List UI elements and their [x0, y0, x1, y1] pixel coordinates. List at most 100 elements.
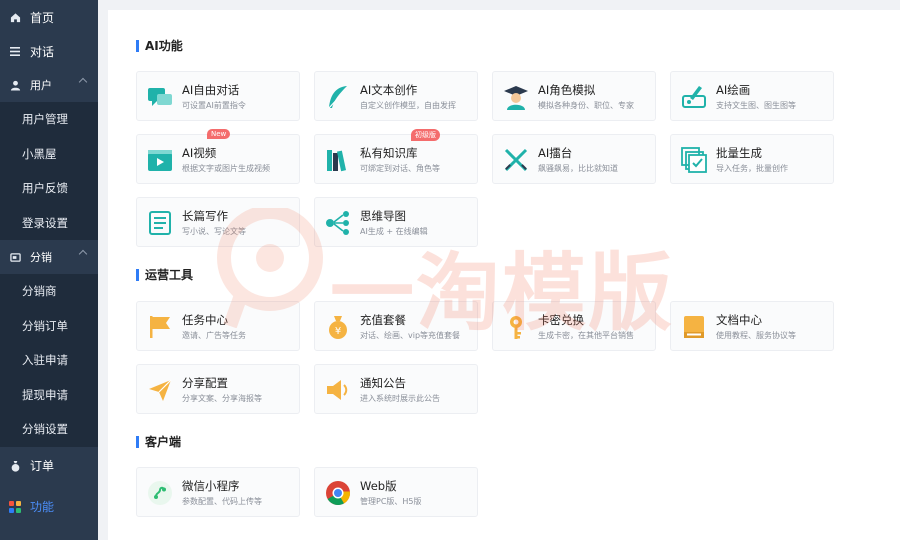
sidebar-item-withdrawals[interactable]: 提现申请: [0, 378, 98, 413]
sidebar-item-distribution-orders[interactable]: 分销订单: [0, 309, 98, 344]
crossed-swords-icon: [504, 148, 528, 172]
chevron-up-icon: [78, 249, 88, 259]
card-desc: 管理PC版、H5版: [360, 497, 422, 506]
card-desc: 可设置AI前置指令: [182, 101, 246, 110]
key-icon: [510, 316, 522, 339]
scroll-document-icon: [149, 211, 171, 235]
money-bag-icon: ¥: [329, 316, 347, 339]
main-panel: AI功能 AI自由对话 可设置AI前置指令 AI文本创作 自定义创作模型，自由发…: [108, 10, 900, 540]
svg-text:¥: ¥: [335, 326, 341, 337]
card-desc: 导入任务，批量创作: [716, 164, 788, 173]
chat-bubble-icon: [148, 88, 172, 106]
speaker-icon: [327, 380, 348, 400]
card-knowledge-base[interactable]: 私有知识库 可绑定到对话、角色等 初级版: [314, 129, 478, 184]
menu-chat[interactable]: 对话: [0, 34, 98, 68]
card-desc: 根据文字或图片生成视频: [182, 164, 270, 173]
card-desc: 自定义创作模型，自由发挥: [360, 101, 456, 110]
sidebar-item-feedback[interactable]: 用户反馈: [0, 171, 98, 206]
flag-icon: [150, 316, 170, 338]
card-ai-roleplay[interactable]: AI角色模拟 模拟各种身份、职位、专家: [492, 71, 656, 121]
card-title: 通知公告: [360, 376, 406, 390]
menu-home[interactable]: 首页: [0, 0, 98, 34]
menu-group-user[interactable]: 用户: [0, 68, 98, 102]
card-ai-chat[interactable]: AI自由对话 可设置AI前置指令: [136, 71, 300, 121]
menu-group-distribution-label: 分销: [30, 251, 52, 264]
sidebar-item-distribution-settings[interactable]: 分销设置: [0, 412, 98, 447]
home-icon: [8, 12, 22, 23]
sidebar-item-blacklist[interactable]: 小黑屋: [0, 137, 98, 172]
card-web-version[interactable]: Web版 管理PC版、H5版: [314, 467, 478, 517]
card-desc: 分享文案、分享海报等: [182, 394, 262, 403]
section-title-client: 客户端: [136, 433, 181, 450]
card-mind-map[interactable]: 思维导图 AI生成 + 在线编辑: [314, 197, 478, 247]
card-title: AI文本创作: [360, 83, 418, 97]
submenu-user: 用户管理 小黑屋 用户反馈 登录设置: [0, 102, 98, 240]
sidebar-item-login-settings[interactable]: 登录设置: [0, 206, 98, 241]
card-title: 微信小程序: [182, 479, 240, 493]
card-desc: 参数配置、代码上传等: [182, 497, 262, 506]
menu-order[interactable]: 订单: [0, 447, 98, 485]
card-title: 任务中心: [182, 313, 228, 327]
card-desc: 邀请、广告等任务: [182, 331, 246, 340]
card-card-redeem[interactable]: 卡密兑换 生成卡密，在其他平台销售: [492, 301, 656, 351]
mind-map-icon: [326, 211, 349, 235]
card-doc-center[interactable]: 文档中心 使用教程、服务协议等: [670, 301, 834, 351]
card-title: 卡密兑换: [538, 313, 584, 327]
card-recharge-packages[interactable]: ¥ 充值套餐 对话、绘画、vip等充值套餐: [314, 301, 478, 351]
section-title-ai: AI功能: [136, 37, 183, 54]
card-ai-arena[interactable]: AI擂台 飙骚飙易，比比就知道: [492, 134, 656, 184]
card-title: 文档中心: [716, 313, 762, 327]
card-wechat-miniprogram[interactable]: 微信小程序 参数配置、代码上传等: [136, 467, 300, 517]
card-desc: 写小说、写论文等: [182, 227, 246, 236]
card-desc: 可绑定到对话、角色等: [360, 164, 440, 173]
card-desc: 模拟各种身份、职位、专家: [538, 101, 634, 110]
list-icon: [8, 46, 22, 56]
card-share-config[interactable]: 分享配置 分享文案、分享海报等: [136, 364, 300, 414]
graduate-icon: [504, 86, 528, 110]
menu-group-user-label: 用户: [30, 79, 52, 92]
sidebar-item-distributors[interactable]: 分销商: [0, 274, 98, 309]
chrome-icon: [326, 481, 350, 506]
card-ai-writing[interactable]: AI文本创作 自定义创作模型，自由发挥: [314, 71, 478, 121]
menu-features[interactable]: 功能: [0, 485, 98, 529]
card-desc: 进入系统时展示此公告: [360, 394, 440, 403]
menu-group-distribution[interactable]: 分销: [0, 240, 98, 274]
card-announcement[interactable]: 通知公告 进入系统时展示此公告: [314, 364, 478, 414]
card-title: 思维导图: [360, 209, 406, 223]
chevron-up-icon: [78, 77, 88, 87]
menu-home-label: 首页: [30, 10, 55, 25]
sidebar-item-user-management[interactable]: 用户管理: [0, 102, 98, 137]
sidebar: 首页 对话 用户 用户管理 小黑屋 用户反馈 登录设置 分销 分销商 分销订单 …: [0, 0, 98, 540]
basic-edition-badge: 初级版: [411, 129, 440, 141]
menu-features-label: 功能: [30, 500, 55, 514]
card-title: 私有知识库: [360, 146, 418, 160]
menu-order-label: 订单: [30, 459, 55, 473]
book-icon: [684, 316, 704, 338]
card-title: 充值套餐: [360, 313, 406, 327]
card-desc: 对话、绘画、vip等充值套餐: [360, 331, 461, 340]
card-desc: 使用教程、服务协议等: [716, 331, 796, 340]
video-clapper-icon: [148, 150, 172, 171]
card-long-writing[interactable]: 长篇写作 写小说、写论文等: [136, 197, 300, 247]
card-ai-painting[interactable]: AI绘画 支持文生图、图生图等: [670, 71, 834, 121]
card-title: AI擂台: [538, 146, 573, 160]
card-title: Web版: [360, 479, 397, 493]
card-batch-generate[interactable]: 批量生成 导入任务，批量创作: [670, 134, 834, 184]
card-desc: 生成卡密，在其他平台销售: [538, 331, 634, 340]
card-title: AI视频: [182, 146, 217, 160]
card-title: 分享配置: [182, 376, 228, 390]
easel-icon: [682, 86, 706, 108]
menu-chat-label: 对话: [30, 44, 55, 59]
card-task-center[interactable]: 任务中心 邀请、广告等任务: [136, 301, 300, 351]
wechat-miniprogram-icon: [148, 481, 172, 505]
money-bag-icon: [8, 460, 22, 472]
batch-check-icon: [681, 147, 707, 173]
card-ai-video[interactable]: AI视频 根据文字或图片生成视频 New: [136, 129, 300, 184]
card-desc: 飙骚飙易，比比就知道: [538, 164, 618, 173]
card-desc: AI生成 + 在线编辑: [360, 227, 428, 236]
distribution-icon: [8, 252, 22, 263]
card-title: 长篇写作: [182, 209, 228, 223]
books-icon: [327, 150, 347, 172]
section-title-ops: 运营工具: [136, 266, 193, 283]
sidebar-item-applications[interactable]: 入驻申请: [0, 343, 98, 378]
